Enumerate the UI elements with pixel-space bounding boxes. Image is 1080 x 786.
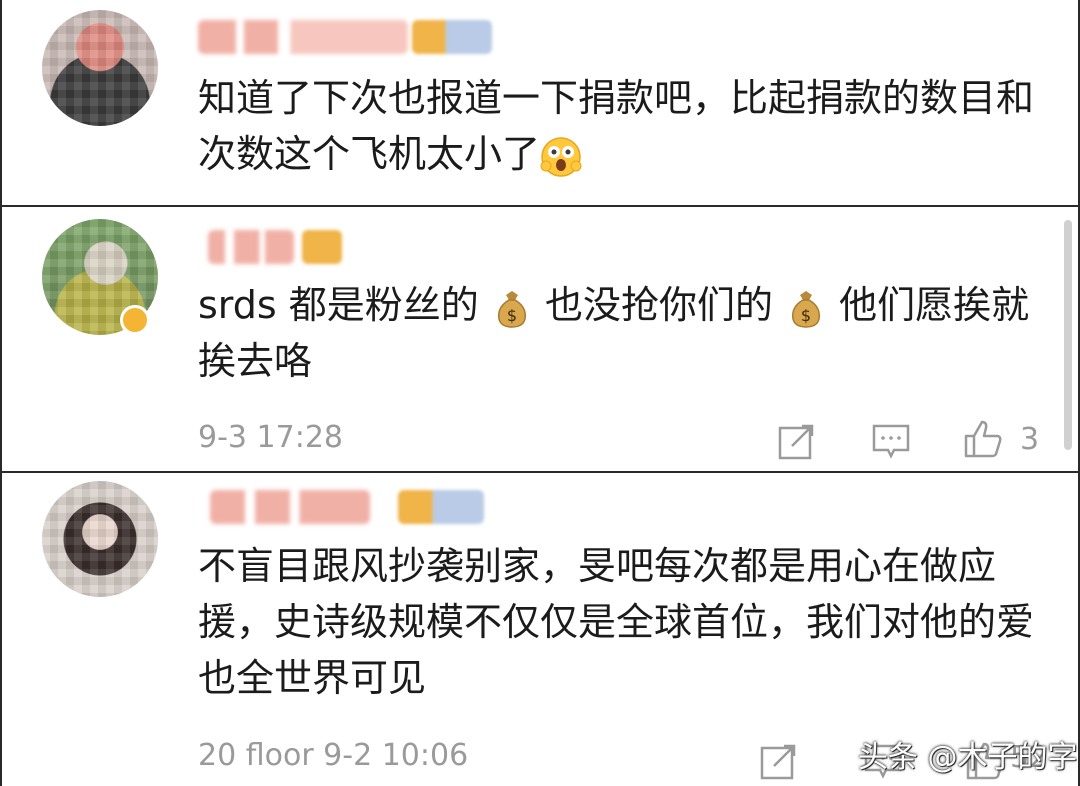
fan-badge xyxy=(302,230,342,264)
comment-text: 不盲目跟风抄袭别家，旻吧每次都是用心在做应援，史诗级规模不仅仅是全球首位，我们对… xyxy=(198,544,1035,700)
verified-badge-icon xyxy=(120,305,150,335)
like-icon[interactable] xyxy=(962,418,1004,460)
money-bag-icon: $ xyxy=(491,287,533,329)
comment-icon[interactable] xyxy=(870,420,912,462)
watermark: 头条 @木子的字 xyxy=(858,740,1078,775)
comment-text-part: srds 都是粉丝的 xyxy=(198,283,479,327)
like-count: 3 xyxy=(1020,422,1040,457)
share-icon[interactable] xyxy=(776,420,818,462)
scrollbar[interactable] xyxy=(1064,220,1072,450)
star-struck-emoji-icon xyxy=(540,136,582,178)
svg-text:$: $ xyxy=(801,306,811,325)
fan-badge xyxy=(398,490,484,524)
fan-badge xyxy=(412,20,492,54)
comment-meta: 20 floor 9-2 10:06 xyxy=(198,738,469,773)
comment-card-1: 知道了下次也报道一下捐款吧，比起捐款的数目和次数这个飞机太小了 xyxy=(0,0,1080,207)
comment-text-content: 知道了下次也报道一下捐款吧，比起捐款的数目和次数这个飞机太小了 xyxy=(198,76,1035,176)
comment-text: 知道了下次也报道一下捐款吧，比起捐款的数目和次数这个飞机太小了 xyxy=(198,70,1058,182)
username-blurred[interactable] xyxy=(210,490,370,524)
username-blurred[interactable] xyxy=(198,20,408,54)
comment-time: 9-3 17:28 xyxy=(198,420,343,455)
comment-text-part: 也没抢你们的 xyxy=(532,283,773,327)
comment-text: srds 都是粉丝的 $ 也没抢你们的 $ 他们愿挨就挨去咯 xyxy=(198,277,1058,389)
avatar[interactable] xyxy=(42,481,158,597)
comment-card-2: srds 都是粉丝的 $ 也没抢你们的 $ 他们愿挨就挨去咯 9-3 17:28… xyxy=(0,207,1080,473)
share-icon[interactable] xyxy=(758,740,800,782)
svg-text:$: $ xyxy=(507,306,517,325)
avatar[interactable] xyxy=(42,10,158,126)
username-blurred[interactable] xyxy=(208,230,294,264)
money-bag-icon: $ xyxy=(785,287,827,329)
